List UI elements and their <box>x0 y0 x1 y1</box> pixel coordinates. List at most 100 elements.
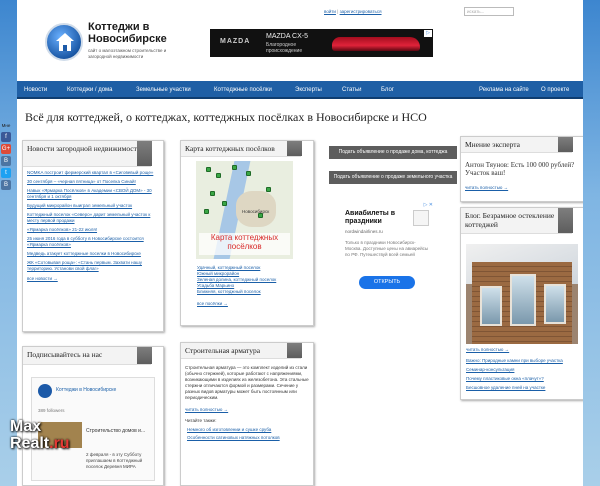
search-input[interactable]: искать... <box>464 7 514 16</box>
blog-links: читать полностью → Важно: Природные камн… <box>466 347 581 391</box>
village-link[interactable]: Ближняя, коттеджный поселок <box>197 289 307 295</box>
vk-icon[interactable]: В <box>1 156 11 166</box>
register-link[interactable]: зарегистрироваться <box>340 9 382 14</box>
facebook-icon[interactable]: f <box>1 132 11 142</box>
village-marker-icon[interactable] <box>216 173 221 178</box>
page-avatar <box>38 384 52 398</box>
armatura-box: Строительная арматура Строительная армат… <box>180 342 314 486</box>
house-icon <box>56 33 74 41</box>
watermark-line2a: Realt <box>10 435 50 452</box>
page-headline: Всё для коттеджей, о коттеджах, коттеджн… <box>25 110 427 124</box>
village-marker-icon[interactable] <box>232 165 237 170</box>
news-item[interactable]: Медведь атакует коттеджные поселки в Нов… <box>27 251 159 257</box>
followers-count: 389 followers <box>38 408 65 413</box>
site-logo[interactable] <box>45 23 83 61</box>
page-wrapper: войти | зарегистрироваться искать... Кот… <box>17 0 583 486</box>
subscribe-box: Подписывайтесь на нас Коттеджи в Новосиб… <box>22 346 164 486</box>
nav-news[interactable]: Новости <box>24 87 47 93</box>
news-item[interactable]: Коттеджный поселок «Северо» дарит земель… <box>27 212 159 224</box>
news-item[interactable]: Будущий микрорайон выиграл земельный уча… <box>27 203 159 209</box>
villages-map[interactable]: Новосибирск Карта коттеджных посёлков <box>196 161 293 259</box>
blog-link[interactable]: Семинар-консультация <box>466 367 581 373</box>
social-page-name[interactable]: Коттеджи в Новосибирске <box>56 387 116 393</box>
share-label: Мне <box>1 123 11 128</box>
expert-more-link[interactable]: читать полностью → <box>465 185 580 190</box>
expert-box: Мнение эксперта Антон Тяунов: Есть 100 0… <box>460 136 583 202</box>
ad-model: MAZDA CX-5 <box>266 33 309 40</box>
airline-logo <box>413 210 429 226</box>
see-also-link[interactable]: Особенности сатиновых натяжных потолков <box>187 435 309 440</box>
blog-photo[interactable] <box>466 244 578 344</box>
village-marker-icon[interactable] <box>266 187 271 192</box>
car-image <box>332 37 420 51</box>
vk-icon[interactable]: В <box>1 180 11 190</box>
news-item[interactable]: 25 июня 2016 года в субботу в Новосибирс… <box>27 236 159 248</box>
ad-choices-icon[interactable]: ▷ ✕ <box>424 202 433 208</box>
watermark-line1: Max <box>10 418 42 435</box>
village-marker-icon[interactable] <box>222 201 227 206</box>
see-also-link[interactable]: Немного об изготовлении и сушке сруба <box>187 427 309 432</box>
expert-quote[interactable]: Антон Тяунов: Есть 100 000 рублей? Участ… <box>465 161 580 177</box>
news-item[interactable]: Навык «Ярмарка Посёлков» в Академии «СВО… <box>27 188 159 200</box>
all-villages-link[interactable]: все посёлки → <box>197 301 307 307</box>
nav-about[interactable]: О проекте <box>541 87 569 93</box>
village-marker-icon[interactable] <box>204 209 209 214</box>
site-title[interactable]: Коттеджи в Новосибирске <box>88 21 198 45</box>
google-plus-icon[interactable]: G+ <box>1 144 11 154</box>
village-marker-icon[interactable] <box>210 191 215 196</box>
house-ad-button[interactable]: Подать объявление о продаже дома, коттед… <box>329 146 457 159</box>
news-box: Новости загородной недвижимости NOMKA по… <box>22 140 164 332</box>
site-subtitle: сайт о малоэтажном строительстве и загор… <box>88 48 167 59</box>
see-also-label: Читайте также: <box>185 418 217 423</box>
armatura-more-link[interactable]: читать полностью → <box>185 407 309 412</box>
nav-cottages[interactable]: Коттеджи / дома <box>67 87 113 93</box>
watermark-logo: Max Realt.ru <box>10 418 70 452</box>
armatura-text: Строительная арматура — это комплект изд… <box>185 365 309 400</box>
village-links: Удачный, коттеджный поселок Южный микрор… <box>197 265 307 307</box>
all-news-link[interactable]: все новости → <box>27 276 159 282</box>
login-link[interactable]: войти <box>324 9 336 14</box>
news-item[interactable]: 30 сентября – «черная пятница» от Поселк… <box>27 179 159 185</box>
blog-link[interactable]: Почему пластиковые окна «плачут»? <box>466 376 581 382</box>
watermark-line2b: .ru <box>49 435 70 452</box>
airline-ad[interactable]: ▷ ✕ Авиабилеты в праздники nordwindairli… <box>339 200 435 296</box>
nav-experts[interactable]: Эксперты <box>295 87 322 93</box>
news-item[interactable]: ЖК «Сотовывая роща»: «Стань первым. Захв… <box>27 260 159 272</box>
news-box-title: Новости загородной недвижимости <box>23 141 152 167</box>
twitter-icon[interactable]: t <box>1 168 11 178</box>
main-nav: Новости Коттеджи / дома Земельные участк… <box>17 81 583 99</box>
post-text: 2 февраля - в эту Субботу приглашаем в К… <box>86 452 143 469</box>
nav-blog[interactable]: Блог <box>381 87 394 93</box>
house-door <box>63 45 67 51</box>
blog-more-link[interactable]: читать полностью → <box>466 347 581 353</box>
village-marker-icon[interactable] <box>206 167 211 172</box>
map-box-title: Карта коттеджных посёлков <box>181 141 302 157</box>
blog-link[interactable]: Важно: Природные камни при выборе участк… <box>466 358 581 364</box>
mazda-ad-banner[interactable]: MAZDA MAZDA CX-5 Благородное происхожден… <box>210 29 433 57</box>
news-item[interactable]: NOMKA построит фермерский квартал в «Сиг… <box>27 170 159 176</box>
photo-window <box>480 286 502 326</box>
share-bar: Мне f G+ В t В <box>0 122 13 192</box>
land-ad-button[interactable]: Подать объявление о продаже земельного у… <box>329 171 457 184</box>
airline-open-button[interactable]: ОТКРЫТЬ <box>359 276 415 289</box>
post-title[interactable]: Строительство домов и... <box>86 428 145 434</box>
blog-link[interactable]: Бесшовное удаление пней на участке <box>466 385 581 391</box>
ad-choices-icon[interactable]: ▷ <box>424 30 432 37</box>
subscribe-title: Подписывайтесь на нас <box>23 347 152 365</box>
expert-title: Мнение эксперта <box>461 137 573 153</box>
airline-ad-text: Только в праздники Новосибирск-Москва. Д… <box>345 240 429 257</box>
village-marker-icon[interactable] <box>246 171 251 176</box>
photo-window <box>510 274 536 326</box>
nav-land[interactable]: Земельные участки <box>136 87 191 93</box>
airline-ad-title: Авиабилеты в праздники <box>345 210 395 225</box>
nav-advertising[interactable]: Реклама на сайте <box>479 87 529 93</box>
airline-ad-domain: nordwindairlines.ru <box>345 229 383 234</box>
nav-villages[interactable]: Коттеджные посёлки <box>214 87 272 93</box>
nav-articles[interactable]: Статьи <box>342 87 361 93</box>
news-item[interactable]: «Ярмарка посёлков» 21-22 июля! <box>27 227 159 233</box>
map-caption: Карта коттеджных посёлков <box>199 233 290 255</box>
photo-window <box>544 284 566 324</box>
blog-title: Блог. Безрамное остекление коттеджей <box>461 208 573 234</box>
ad-slogan: Благородное происхождение <box>266 42 303 54</box>
ad-brand: MAZDA <box>220 38 251 45</box>
